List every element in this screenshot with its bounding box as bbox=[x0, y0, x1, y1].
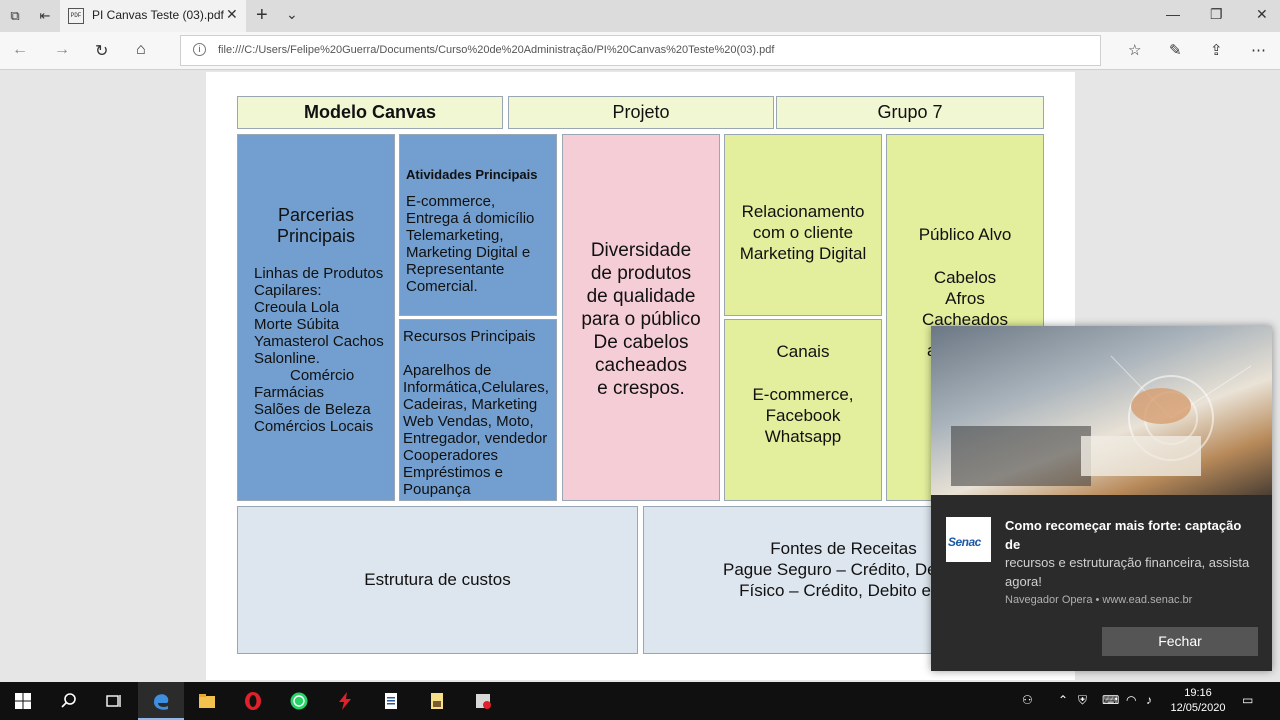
pen-icon[interactable]: ✎ bbox=[1169, 41, 1182, 59]
favorites-icon[interactable]: ☆ bbox=[1128, 41, 1141, 59]
taskbar-file-explorer[interactable] bbox=[184, 682, 230, 720]
notification-photo bbox=[951, 355, 1252, 486]
atividades-body: E-commerce, Entrega á domicílio Telemark… bbox=[406, 193, 535, 295]
taskbar-recorder[interactable] bbox=[460, 682, 506, 720]
pdf-file-icon: PDF bbox=[68, 8, 84, 24]
refresh-icon[interactable]: ↻ bbox=[95, 41, 108, 61]
close-window-icon[interactable]: ✕ bbox=[1256, 6, 1268, 23]
header-modelo-canvas: Modelo Canvas bbox=[237, 96, 503, 129]
senac-logo: Senac bbox=[946, 517, 991, 562]
tab-actions-icon[interactable]: ⧉ bbox=[6, 7, 24, 25]
publico-title: Público Alvo bbox=[918, 225, 1012, 244]
volume-icon[interactable]: ♪ bbox=[1146, 693, 1152, 707]
info-icon[interactable]: i bbox=[193, 43, 206, 56]
taskbar: ⚇ ⌃ ⛨ ⌨ ◠ ♪ 19:16 12/05/2020 ▭ bbox=[0, 682, 1280, 720]
tab-title: PI Canvas Teste (03).pdf bbox=[92, 8, 224, 22]
defender-icon[interactable]: ⛨ bbox=[1078, 693, 1087, 708]
maximize-icon[interactable]: ❐ bbox=[1210, 6, 1223, 23]
tab-bar: ⧉ ⇤ PDF PI Canvas Teste (03).pdf ✕ + ⌄ —… bbox=[0, 0, 1280, 32]
parcerias-title: Parcerias Principais bbox=[276, 205, 356, 246]
edge-icon bbox=[154, 694, 169, 710]
clock[interactable]: 19:16 12/05/2020 bbox=[1168, 686, 1228, 716]
recorder-icon bbox=[476, 694, 491, 709]
keyboard-icon[interactable]: ⌨ bbox=[1102, 693, 1119, 707]
people-icon[interactable]: ⚇ bbox=[1022, 693, 1033, 707]
share-icon[interactable]: ⇪ bbox=[1210, 41, 1223, 59]
url-text[interactable]: file:///C:/Users/Felipe%20Guerra/Documen… bbox=[218, 44, 774, 56]
recursos-title: Recursos Principais bbox=[403, 328, 536, 345]
notification-body: recursos e estruturação financeira, assi… bbox=[1005, 555, 1250, 589]
back-icon[interactable]: ← bbox=[12, 41, 28, 59]
notification-source: Navegador Opera • www.ead.senac.br bbox=[1005, 594, 1193, 606]
notification-toast[interactable]: Senac Como recomeçar mais forte: captaçã… bbox=[931, 326, 1272, 671]
recursos-principais-block: Recursos Principais Aparelhos de Informá… bbox=[399, 319, 557, 501]
taskbar-notes[interactable] bbox=[414, 682, 460, 720]
relacionamento-body: Relacionamento com o cliente Marketing D… bbox=[739, 202, 867, 263]
atividades-title: Atividades Principais bbox=[406, 167, 538, 182]
canais-title: Canais bbox=[776, 342, 830, 361]
clock-date: 12/05/2020 bbox=[1170, 702, 1226, 714]
new-tab-icon[interactable]: + bbox=[256, 4, 268, 27]
header-projeto: Projeto bbox=[508, 96, 774, 129]
lightning-icon bbox=[339, 692, 351, 710]
canais-body: E-commerce, Facebook Whatsapp bbox=[752, 385, 854, 446]
chevron-up-icon[interactable]: ⌃ bbox=[1058, 693, 1068, 707]
taskbar-word[interactable] bbox=[368, 682, 414, 720]
taskbar-whatsapp[interactable] bbox=[276, 682, 322, 720]
header-grupo: Grupo 7 bbox=[776, 96, 1044, 129]
close-tab-icon[interactable]: ✕ bbox=[226, 6, 238, 23]
estrutura-custos-block: Estrutura de custos bbox=[237, 506, 638, 654]
notification-title: Como recomeçar mais forte: captação de bbox=[1005, 518, 1242, 552]
start-button[interactable] bbox=[0, 682, 46, 720]
custos-title: Estrutura de custos bbox=[364, 570, 511, 589]
more-icon[interactable]: ⋯ bbox=[1251, 41, 1266, 59]
taskbar-edge[interactable] bbox=[138, 682, 184, 720]
folder-icon bbox=[199, 694, 215, 708]
set-aside-tabs-icon[interactable]: ⇤ bbox=[36, 7, 54, 25]
address-bar[interactable]: i file:///C:/Users/Felipe%20Guerra/Docum… bbox=[180, 35, 1101, 66]
tab-pdf[interactable]: PDF PI Canvas Teste (03).pdf ✕ bbox=[60, 0, 246, 32]
home-icon[interactable]: ⌂ bbox=[136, 41, 146, 59]
close-notification-button[interactable]: Fechar bbox=[1102, 627, 1258, 656]
minimize-icon[interactable]: — bbox=[1166, 6, 1180, 22]
wifi-icon[interactable]: ◠ bbox=[1126, 693, 1136, 707]
atividades-principais-block: Atividades Principais E-commerce, Entreg… bbox=[399, 134, 557, 316]
notification-center-icon[interactable]: ▭ bbox=[1242, 693, 1253, 707]
taskbar-opera[interactable] bbox=[230, 682, 276, 720]
windows-icon bbox=[15, 693, 31, 709]
parcerias-body: Linhas de Produtos Capilares: Creoula Lo… bbox=[254, 265, 384, 435]
chevron-down-icon[interactable]: ⌄ bbox=[286, 6, 298, 23]
recursos-body: Aparelhos de Informática,Celulares, Cade… bbox=[403, 362, 549, 498]
document-icon bbox=[385, 693, 397, 709]
navigation-bar: ← → ↻ ⌂ i file:///C:/Users/Felipe%20Guer… bbox=[0, 32, 1280, 70]
opera-icon bbox=[245, 692, 261, 710]
task-view-button[interactable] bbox=[91, 682, 137, 720]
forward-icon[interactable]: → bbox=[54, 41, 70, 59]
proposta-valor-block: Diversidade de produtos de qualidade par… bbox=[562, 134, 720, 501]
task-view-icon bbox=[106, 695, 121, 707]
search-button[interactable] bbox=[46, 682, 92, 720]
notification-image bbox=[931, 326, 1272, 495]
relacionamento-block: Relacionamento com o cliente Marketing D… bbox=[724, 134, 882, 316]
whatsapp-icon bbox=[290, 692, 308, 710]
proposta-body: Diversidade de produtos de qualidade par… bbox=[581, 240, 701, 399]
taskbar-app[interactable] bbox=[322, 682, 368, 720]
clock-time: 19:16 bbox=[1184, 687, 1212, 699]
search-icon bbox=[61, 693, 76, 708]
parcerias-principais-block: Parcerias Principais Linhas de Produtos … bbox=[237, 134, 395, 501]
notes-icon bbox=[431, 693, 443, 709]
canais-block: Canais E-commerce, Facebook Whatsapp bbox=[724, 319, 882, 501]
